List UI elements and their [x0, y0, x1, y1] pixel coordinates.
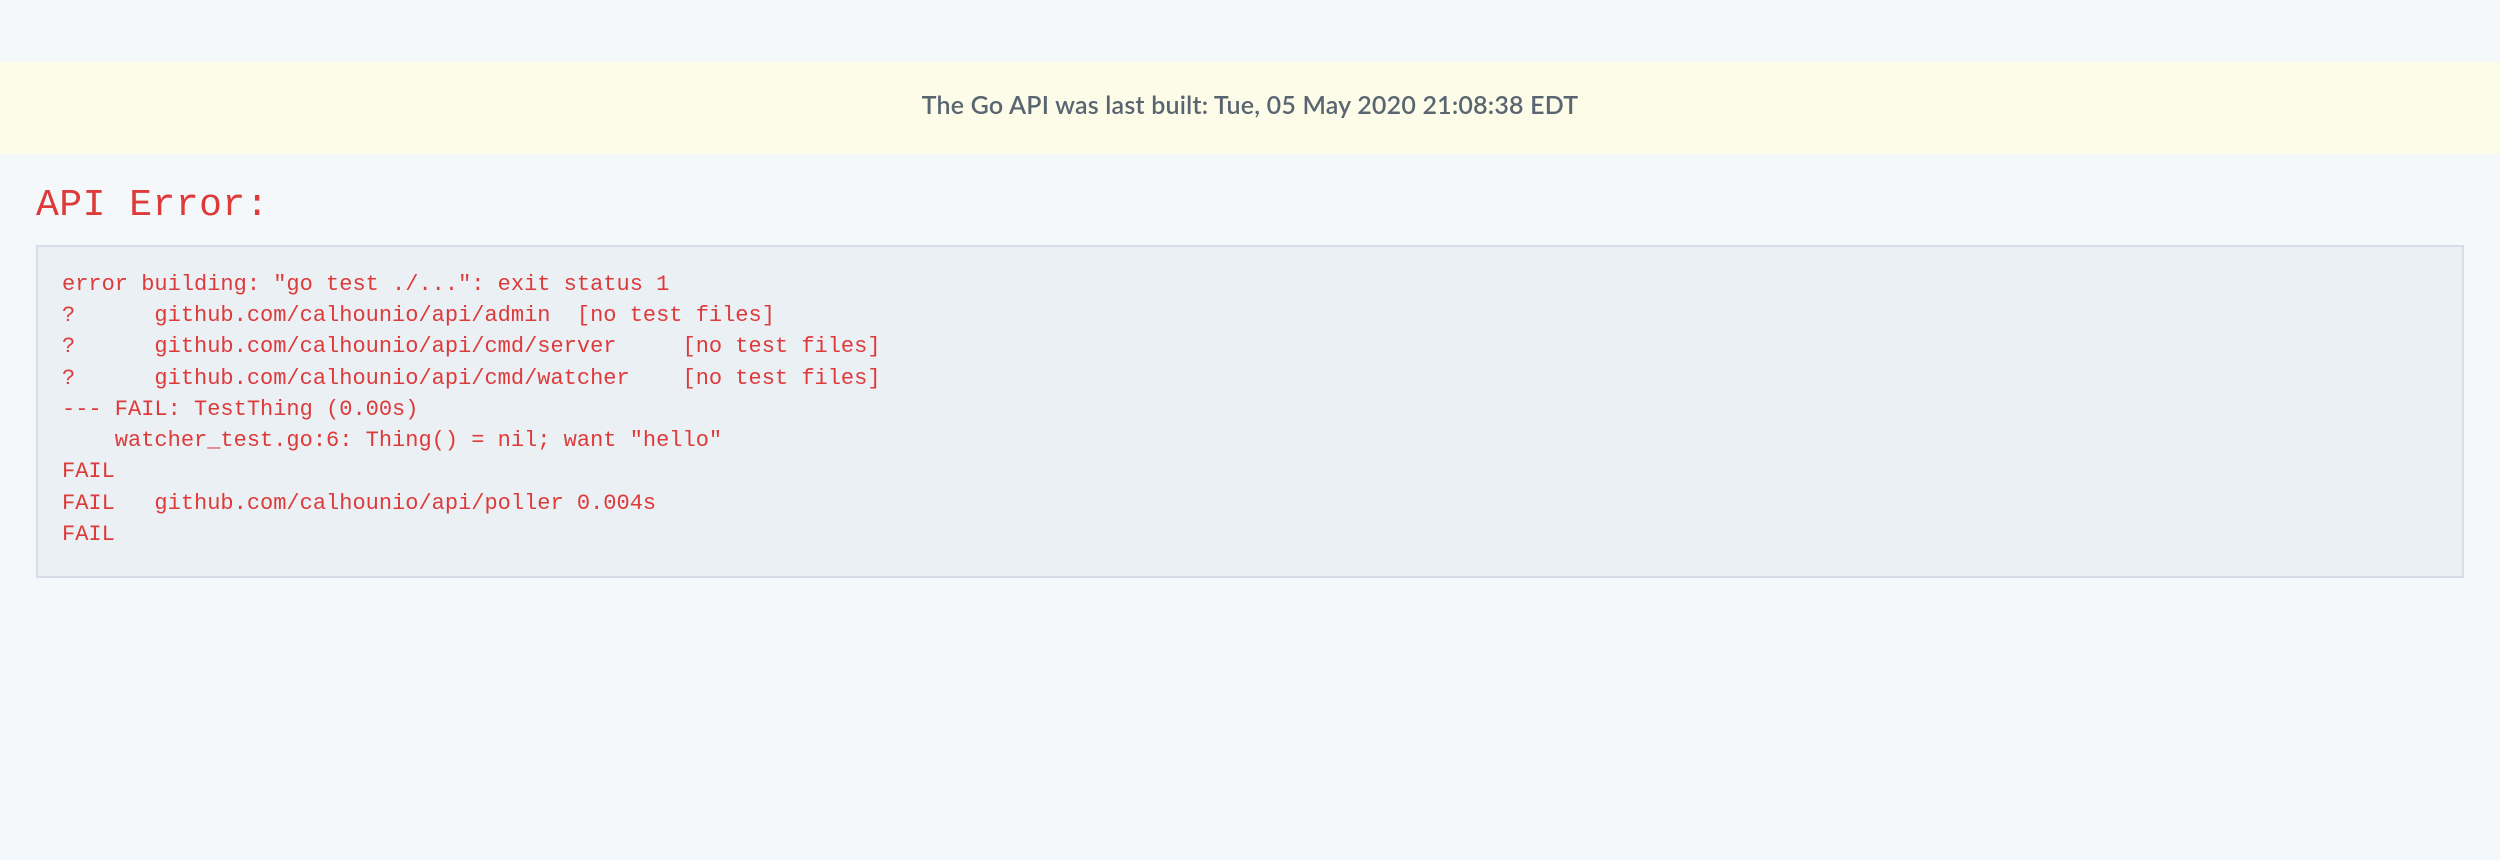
build-status-text: The Go API was last built: Tue, 05 May 2…	[922, 90, 1579, 120]
error-output-text: error building: "go test ./...": exit st…	[62, 269, 2438, 550]
content-area: API Error: error building: "go test ./..…	[0, 154, 2500, 578]
api-error-heading: API Error:	[36, 184, 2464, 227]
error-output-box: error building: "go test ./...": exit st…	[36, 245, 2464, 578]
bottom-spacer	[0, 578, 2500, 648]
build-status-banner: The Go API was last built: Tue, 05 May 2…	[0, 62, 2500, 154]
page-container: The Go API was last built: Tue, 05 May 2…	[0, 62, 2500, 648]
